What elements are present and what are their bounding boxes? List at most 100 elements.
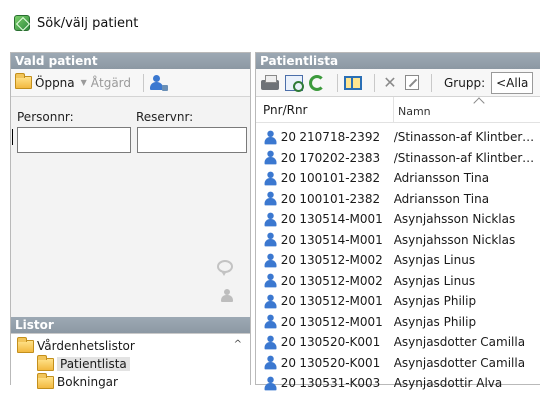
row-prefix: 20 <box>280 355 297 370</box>
patient-icon <box>264 376 278 391</box>
action-button[interactable]: Åtgärd <box>91 76 131 90</box>
personnr-input[interactable] <box>17 127 131 153</box>
patient-icon <box>264 355 278 370</box>
selected-patient-header: Vald patient <box>11 53 250 69</box>
app-logo-icon <box>14 15 30 31</box>
tree-item-bokningar[interactable]: Bokningar <box>37 372 118 391</box>
row-name: Asynjasdottir Alva <box>393 376 503 391</box>
row-name: Asynjahsson Nicklas <box>393 212 516 227</box>
comment-bubble-icon[interactable] <box>217 260 233 276</box>
patient-list-panel: Patientlista ✕ Grupp: <Alla Pnr/Rnr Namn… <box>255 52 540 390</box>
row-name: Adriansson Tina <box>393 171 490 186</box>
table-row[interactable]: 20 130514-M001 Asynjahsson Nicklas <box>256 230 540 251</box>
row-pnr: 130512-M001 <box>299 314 383 329</box>
reservnr-label: Reservnr: <box>136 110 194 124</box>
action-dropdown-arrow-icon: ▼ <box>80 78 87 87</box>
folder-icon <box>37 354 54 371</box>
patient-icon <box>264 212 278 227</box>
lists-tree: Vårdenhetslistor Patientlista Bokningar … <box>11 333 250 389</box>
table-row[interactable]: 20 130512-M002 Asynjas Linus <box>256 250 540 271</box>
printer-icon[interactable] <box>261 74 279 90</box>
table-row[interactable]: 20 130514-M001 Asynjahsson Nicklas <box>256 209 540 230</box>
row-name: Asynjas Philip <box>393 314 477 329</box>
row-prefix: 20 <box>280 273 297 288</box>
toolbar-separator <box>374 73 375 92</box>
folder-icon <box>17 336 34 353</box>
patient-icon <box>264 335 278 350</box>
table-row[interactable]: 20 170202-2383/Stinasson-af Klintberg/... <box>256 148 540 169</box>
row-pnr: 130512-M002 <box>299 273 383 288</box>
table-row[interactable]: 20 210718-2392/Stinasson-af Klintberg/... <box>256 127 540 148</box>
folder-icon <box>37 372 54 389</box>
columns-icon[interactable] <box>344 75 362 90</box>
table-row[interactable]: 20 130512-M002 Asynjas Linus <box>256 271 540 292</box>
table-row[interactable]: 20 130520-K001 Asynjasdotter Camilla <box>256 332 540 353</box>
row-pnr: 130514-M001 <box>299 212 383 227</box>
column-header-pnr[interactable]: Pnr/Rnr <box>256 96 394 123</box>
personnr-label: Personnr: <box>17 110 74 124</box>
print-preview-icon[interactable] <box>285 74 304 92</box>
row-name: Asynjas Linus <box>393 253 476 268</box>
table-row[interactable]: 20 100101-2382 Adriansson Tina <box>256 189 540 210</box>
row-prefix: 20 <box>280 335 297 350</box>
tree-item-patientlista[interactable]: Patientlista <box>37 354 130 373</box>
row-pnr: 100101-2382 <box>299 191 381 206</box>
text-caret <box>12 129 13 145</box>
reservnr-input[interactable] <box>137 127 247 153</box>
row-name: Asynjas Linus <box>393 273 476 288</box>
row-name: /Stinasson-af Klintberg/... <box>393 150 540 165</box>
sort-ascending-icon <box>473 96 485 109</box>
row-prefix: 20 <box>280 130 297 145</box>
row-prefix: 20 <box>280 212 297 227</box>
toolbar-separator <box>337 73 338 92</box>
open-button-label: Öppna <box>35 75 75 90</box>
toolbar-separator <box>431 73 432 92</box>
patient-icon <box>264 294 278 309</box>
tree-scroll-up-icon[interactable]: ^ <box>234 339 242 350</box>
column-header-name-label: Namn <box>398 104 431 118</box>
refresh-icon[interactable] <box>309 74 325 91</box>
row-name: Asynjasdotter Camilla <box>393 335 526 350</box>
patient-user-icon[interactable] <box>150 75 169 91</box>
row-pnr: 130531-K003 <box>299 376 381 391</box>
row-prefix: 20 <box>280 171 297 186</box>
patient-list-header: Patientlista <box>256 53 540 69</box>
row-pnr: 130520-K001 <box>299 335 381 350</box>
table-row[interactable]: 20 130512-M001 Asynjas Philip <box>256 312 540 333</box>
patient-list-toolbar: ✕ Grupp: <Alla <box>256 69 540 97</box>
selected-patient-toolbar: Öppna ▼ Åtgärd <box>11 69 250 97</box>
table-row[interactable]: 20 100101-2382 Adriansson Tina <box>256 168 540 189</box>
row-prefix: 20 <box>280 253 297 268</box>
patient-icon <box>264 171 278 186</box>
tree-item-label: Bokningar <box>57 375 118 389</box>
patient-icon <box>264 253 278 268</box>
patient-icon <box>264 314 278 329</box>
patient-icon <box>264 232 278 247</box>
window-title: Sök/välj patient <box>37 15 139 31</box>
delete-icon[interactable]: ✕ <box>381 74 399 91</box>
group-select[interactable]: <Alla <box>491 71 534 94</box>
patient-icon <box>264 130 278 145</box>
row-name: Adriansson Tina <box>393 191 490 206</box>
table-row[interactable]: 20 130520-K001 Asynjasdotter Camilla <box>256 353 540 374</box>
window-titlebar: Sök/välj patient <box>0 0 540 46</box>
patient-table-body: 20 210718-2392/Stinasson-af Klintberg/...… <box>256 127 540 394</box>
lists-header: Listor <box>11 317 250 333</box>
row-name: /Stinasson-af Klintberg/... <box>393 130 540 145</box>
patient-icon <box>264 191 278 206</box>
user-settings-icon[interactable] <box>220 289 234 303</box>
table-row[interactable]: 20 130512-M001 Asynjas Philip <box>256 291 540 312</box>
table-row[interactable]: 20 130531-K003 Asynjasdottir Alva <box>256 373 540 394</box>
selected-patient-panel: Vald patient Öppna ▼ Åtgärd Personnr: Re… <box>10 52 251 389</box>
column-header-name[interactable]: Namn <box>394 96 485 123</box>
open-button[interactable]: Öppna <box>15 73 75 90</box>
row-prefix: 20 <box>280 314 297 329</box>
row-pnr: 100101-2382 <box>299 171 381 186</box>
row-prefix: 20 <box>280 191 297 206</box>
row-pnr: 170202-2383 <box>299 150 381 165</box>
tree-item-vardenhetslistor[interactable]: Vårdenhetslistor <box>17 336 135 355</box>
row-pnr: 130514-M001 <box>299 232 383 247</box>
row-name: Asynjas Philip <box>393 294 477 309</box>
row-pnr: 130512-M001 <box>299 294 383 309</box>
edit-icon[interactable] <box>405 75 419 90</box>
